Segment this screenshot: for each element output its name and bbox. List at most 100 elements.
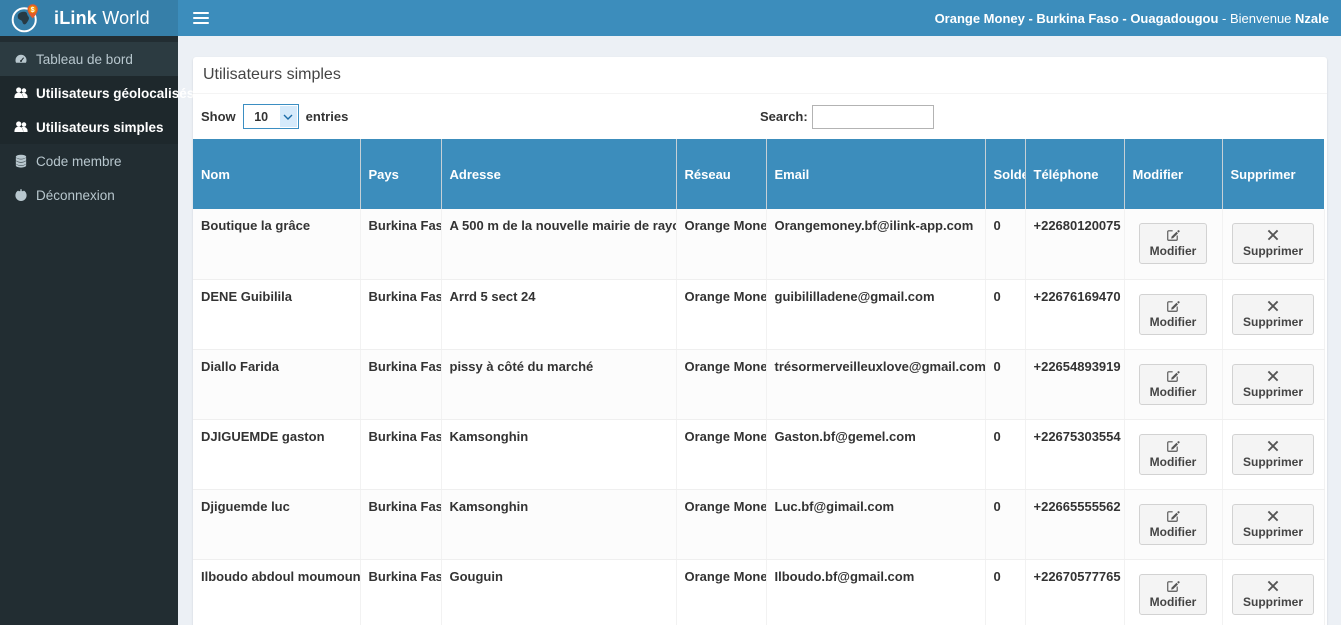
column-header-reseau[interactable]: Réseau bbox=[675, 139, 766, 209]
x-icon bbox=[1243, 228, 1303, 244]
cell-supprimer: Supprimer bbox=[1222, 489, 1325, 560]
cell-adresse: Kamsonghin bbox=[441, 419, 677, 490]
cell-adresse: Kamsonghin bbox=[441, 489, 677, 560]
cell-solde: 0 bbox=[985, 209, 1026, 280]
cell-adresse: Gouguin bbox=[441, 559, 677, 625]
cell-solde: 0 bbox=[985, 559, 1026, 625]
entries-select[interactable]: 10 bbox=[242, 104, 299, 129]
modifier-button[interactable]: Modifier bbox=[1138, 433, 1208, 475]
sidebar-item-tableau-de-bord[interactable]: Tableau de bord bbox=[0, 42, 178, 76]
length-control: Show 10 entries bbox=[201, 104, 760, 129]
column-header-nom[interactable]: Nom bbox=[193, 139, 360, 209]
edit-icon bbox=[1150, 299, 1197, 315]
sidebar-item-deconnexion[interactable]: Déconnexion bbox=[0, 178, 178, 212]
power-icon bbox=[14, 188, 36, 202]
page-title: Utilisateurs simples bbox=[203, 66, 341, 83]
column-header-modifier[interactable]: Modifier bbox=[1123, 139, 1222, 209]
table-row: Boutique la grâceBurkina FasoA 500 m de … bbox=[193, 209, 1325, 280]
cell-telephone: +22676169470 bbox=[1025, 279, 1125, 350]
edit-icon bbox=[1150, 228, 1197, 244]
table-row: DENE GuibililaBurkina FasoArrd 5 sect 24… bbox=[193, 279, 1325, 350]
cell-modifier: Modifier bbox=[1124, 279, 1223, 350]
cell-reseau: Orange Money bbox=[676, 489, 767, 560]
supprimer-button[interactable]: Supprimer bbox=[1231, 573, 1314, 615]
supprimer-button[interactable]: Supprimer bbox=[1231, 503, 1314, 545]
cell-nom: Djiguemde luc bbox=[193, 489, 361, 560]
cell-email: trésormerveilleuxlove@gmail.com bbox=[766, 349, 986, 420]
table-header-row: NomPaysAdresseRéseauEmailSoldeTéléphoneM… bbox=[193, 139, 1324, 209]
sidebar-toggle-menu-icon[interactable] bbox=[193, 0, 213, 36]
cell-modifier: Modifier bbox=[1124, 559, 1223, 625]
entries-label: entries bbox=[305, 109, 349, 124]
database-icon bbox=[14, 154, 36, 168]
supprimer-button[interactable]: Supprimer bbox=[1231, 363, 1314, 405]
cell-email: Ilboudo.bf@gmail.com bbox=[766, 559, 986, 625]
users-icon bbox=[14, 120, 36, 134]
edit-icon bbox=[1150, 369, 1197, 385]
column-header-telephone[interactable]: Téléphone bbox=[1024, 139, 1124, 209]
sidebar-item-utilisateurs-geolocalises[interactable]: Utilisateurs géolocalisés bbox=[0, 76, 194, 110]
modifier-button[interactable]: Modifier bbox=[1138, 363, 1208, 405]
modifier-button[interactable]: Modifier bbox=[1138, 223, 1208, 265]
sidebar-menu: Tableau de bord Utilisateurs géolocalisés… bbox=[0, 42, 194, 212]
cell-nom: Boutique la grâce bbox=[193, 209, 361, 280]
supprimer-button[interactable]: Supprimer bbox=[1231, 433, 1314, 475]
panel-header: Utilisateurs simples bbox=[193, 57, 1327, 94]
svg-text:$: $ bbox=[31, 6, 35, 14]
modifier-button[interactable]: Modifier bbox=[1138, 573, 1208, 615]
column-header-pays[interactable]: Pays bbox=[359, 139, 441, 209]
modifier-button[interactable]: Modifier bbox=[1138, 293, 1208, 335]
brand-logo[interactable]: $ iLink World bbox=[0, 0, 178, 36]
cell-solde: 0 bbox=[985, 279, 1026, 350]
supprimer-button[interactable]: Supprimer bbox=[1231, 293, 1314, 335]
cell-nom: Ilboudo abdoul moumouni bbox=[193, 559, 361, 625]
search-label: Search: bbox=[760, 109, 808, 124]
cell-reseau: Orange Money bbox=[676, 279, 767, 350]
column-header-email[interactable]: Email bbox=[765, 139, 985, 209]
table-row: DJIGUEMDE gastonBurkina FasoKamsonghinOr… bbox=[193, 419, 1325, 490]
brand-title-regular: World bbox=[97, 7, 150, 28]
cell-pays: Burkina Faso bbox=[360, 559, 442, 625]
edit-icon bbox=[1150, 439, 1197, 455]
column-header-solde[interactable]: Solde bbox=[984, 139, 1025, 209]
x-icon bbox=[1243, 509, 1303, 525]
cell-modifier: Modifier bbox=[1124, 209, 1223, 280]
edit-icon bbox=[1150, 579, 1197, 595]
sidebar-item-utilisateurs-simples[interactable]: Utilisateurs simples bbox=[0, 110, 178, 144]
column-header-supprimer[interactable]: Supprimer bbox=[1221, 139, 1324, 209]
cell-supprimer: Supprimer bbox=[1222, 209, 1325, 280]
cell-nom: DENE Guibilila bbox=[193, 279, 361, 350]
sidebar: Tableau de bord Utilisateurs géolocalisés… bbox=[0, 36, 194, 625]
sidebar-item-label: Utilisateurs géolocalisés bbox=[36, 85, 195, 101]
x-icon bbox=[1243, 299, 1303, 315]
sidebar-item-label: Utilisateurs simples bbox=[36, 119, 164, 135]
cell-reseau: Orange Money bbox=[676, 349, 767, 420]
cell-email: Luc.bf@gimail.com bbox=[766, 489, 986, 560]
x-icon bbox=[1243, 369, 1303, 385]
sidebar-item-code-membre[interactable]: Code membre bbox=[0, 144, 178, 178]
cell-modifier: Modifier bbox=[1124, 489, 1223, 560]
x-icon bbox=[1243, 579, 1303, 595]
cell-telephone: +22670577765 bbox=[1025, 559, 1125, 625]
table-row: Ilboudo abdoul moumouniBurkina FasoGougu… bbox=[193, 559, 1325, 625]
sidebar-item-label: Tableau de bord bbox=[36, 51, 133, 67]
cell-solde: 0 bbox=[985, 489, 1026, 560]
chevron-down-icon bbox=[279, 106, 297, 127]
cell-email: Gaston.bf@gemel.com bbox=[766, 419, 986, 490]
modifier-button[interactable]: Modifier bbox=[1138, 503, 1208, 545]
globe-pin-logo-icon: $ bbox=[10, 2, 42, 34]
cell-telephone: +22654893919 bbox=[1025, 349, 1125, 420]
navbar-user-info-segment: - Bienvenue bbox=[1218, 10, 1296, 26]
cell-modifier: Modifier bbox=[1124, 349, 1223, 420]
sidebar-item-label: Code membre bbox=[36, 153, 122, 169]
column-header-adresse[interactable]: Adresse bbox=[440, 139, 676, 209]
search-input[interactable] bbox=[811, 104, 934, 129]
cell-solde: 0 bbox=[985, 419, 1026, 490]
entries-select-value: 10 bbox=[254, 109, 269, 124]
supprimer-button[interactable]: Supprimer bbox=[1231, 223, 1314, 265]
users-panel: Utilisateurs simples Show 10 entries Sea… bbox=[193, 57, 1327, 625]
table-controls: Show 10 entries Search: bbox=[193, 104, 1327, 129]
cell-pays: Burkina Faso bbox=[360, 279, 442, 350]
x-icon bbox=[1243, 439, 1303, 455]
cell-adresse: Arrd 5 sect 24 bbox=[441, 279, 677, 350]
